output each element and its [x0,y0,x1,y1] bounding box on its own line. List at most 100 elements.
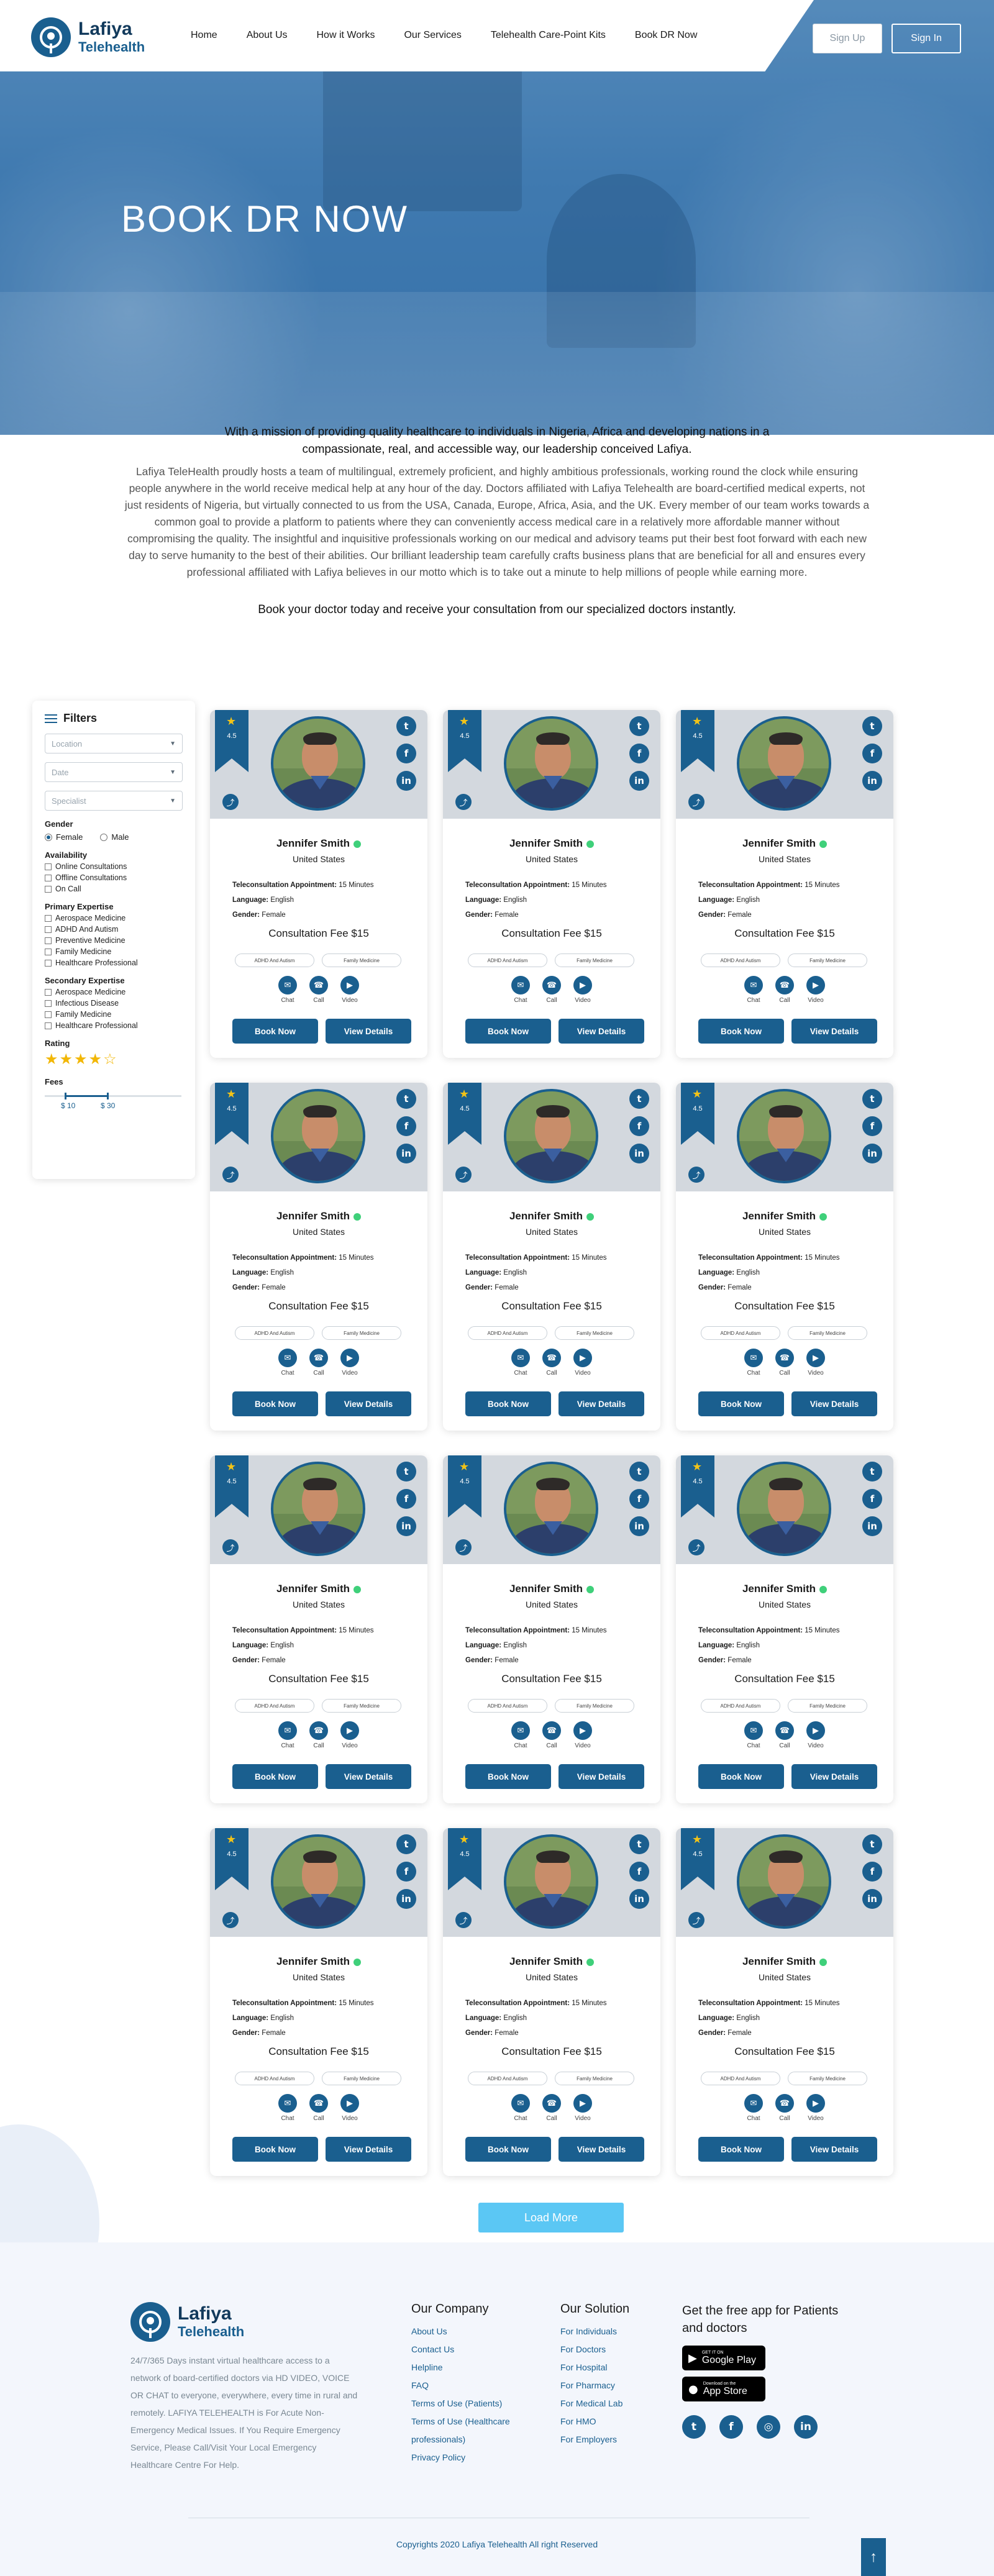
phone-icon[interactable]: ☎ [775,1349,794,1367]
twitter-icon[interactable]: t [396,1089,416,1109]
video-icon[interactable]: ▶ [340,976,359,994]
fees-slider[interactable]: $ 10 $ 30 [45,1090,183,1110]
phone-icon[interactable]: ☎ [542,1349,561,1367]
primary-expertise-checkbox[interactable]: Aerospace Medicine [45,914,183,922]
gender-female-radio[interactable]: Female [45,832,83,842]
book-now-button[interactable]: Book Now [698,1391,784,1416]
share-icon[interactable]: ⤴ [222,1167,239,1183]
footer-company-link[interactable]: Terms of Use (Healthcare professionals) [411,2413,523,2449]
footer-company-link[interactable]: FAQ [411,2377,523,2395]
phone-icon[interactable]: ☎ [309,2094,328,2113]
chat-icon[interactable]: ✉ [744,1349,763,1367]
share-icon[interactable]: ⤴ [688,1539,704,1555]
twitter-icon[interactable]: t [629,716,649,736]
footer-solution-link[interactable]: For Individuals [560,2323,672,2341]
linkedin-icon[interactable]: in [629,1889,649,1909]
twitter-icon[interactable]: t [862,1462,882,1481]
twitter-icon[interactable]: t [682,2415,706,2439]
rating-stars[interactable]: ★★★★☆ [45,1050,183,1068]
video-icon[interactable]: ▶ [806,1349,825,1367]
chat-icon[interactable]: ✉ [278,1349,297,1367]
chat-icon[interactable]: ✉ [744,2094,763,2113]
video-icon[interactable]: ▶ [573,1349,592,1367]
primary-expertise-checkbox[interactable]: Preventive Medicine [45,936,183,945]
twitter-icon[interactable]: t [629,1834,649,1854]
twitter-icon[interactable]: t [862,1834,882,1854]
instagram-icon[interactable]: ◎ [757,2415,780,2439]
load-more-button[interactable]: Load More [478,2203,624,2232]
video-icon[interactable]: ▶ [340,1721,359,1740]
phone-icon[interactable]: ☎ [542,2094,561,2113]
nav-home[interactable]: Home [191,30,217,41]
twitter-icon[interactable]: t [629,1462,649,1481]
phone-icon[interactable]: ☎ [775,1721,794,1740]
book-now-button[interactable]: Book Now [465,2137,551,2162]
facebook-icon[interactable]: f [396,744,416,763]
sign-in-button[interactable]: Sign In [891,24,961,53]
footer-company-link[interactable]: Contact Us [411,2341,523,2359]
view-details-button[interactable]: View Details [559,1764,644,1789]
chat-icon[interactable]: ✉ [744,1721,763,1740]
secondary-expertise-checkbox[interactable]: Aerospace Medicine [45,988,183,996]
video-icon[interactable]: ▶ [806,2094,825,2113]
chat-icon[interactable]: ✉ [278,2094,297,2113]
linkedin-icon[interactable]: in [629,1144,649,1163]
book-now-button[interactable]: Book Now [698,1019,784,1044]
chat-icon[interactable]: ✉ [511,2094,530,2113]
footer-solution-link[interactable]: For Doctors [560,2341,672,2359]
view-details-button[interactable]: View Details [791,2137,877,2162]
nav-how-it-works[interactable]: How it Works [317,30,375,41]
linkedin-icon[interactable]: in [862,1144,882,1163]
twitter-icon[interactable]: t [396,1834,416,1854]
availability-checkbox[interactable]: On Call [45,885,183,893]
share-icon[interactable]: ⤴ [455,1912,472,1928]
linkedin-icon[interactable]: in [396,1516,416,1536]
view-details-button[interactable]: View Details [791,1764,877,1789]
facebook-icon[interactable]: f [862,1862,882,1882]
share-icon[interactable]: ⤴ [222,1912,239,1928]
chat-icon[interactable]: ✉ [744,976,763,994]
book-now-button[interactable]: Book Now [232,2137,318,2162]
footer-solution-link[interactable]: For Medical Lab [560,2395,672,2413]
view-details-button[interactable]: View Details [559,2137,644,2162]
sign-up-button[interactable]: Sign Up [813,24,882,53]
nav-about-us[interactable]: About Us [247,30,288,41]
scroll-to-top-button[interactable]: ↑ [861,2538,886,2576]
facebook-icon[interactable]: f [629,1489,649,1509]
phone-icon[interactable]: ☎ [309,1349,328,1367]
primary-expertise-checkbox[interactable]: Healthcare Professional [45,958,183,967]
linkedin-icon[interactable]: in [794,2415,818,2439]
share-icon[interactable]: ⤴ [455,794,472,810]
video-icon[interactable]: ▶ [806,976,825,994]
primary-expertise-checkbox[interactable]: Family Medicine [45,947,183,956]
specialist-select[interactable]: Specialist ▼ [45,791,183,811]
chat-icon[interactable]: ✉ [511,1721,530,1740]
share-icon[interactable]: ⤴ [455,1167,472,1183]
nav-care-point-kits[interactable]: Telehealth Care-Point Kits [491,30,606,41]
twitter-icon[interactable]: t [862,1089,882,1109]
facebook-icon[interactable]: f [396,1489,416,1509]
chat-icon[interactable]: ✉ [511,1349,530,1367]
share-icon[interactable]: ⤴ [688,1912,704,1928]
footer-solution-link[interactable]: For Employers [560,2431,672,2449]
facebook-icon[interactable]: f [629,1862,649,1882]
brand-logo[interactable]: Lafiya Telehealth [31,17,145,57]
nav-book-dr-now[interactable]: Book DR Now [635,30,697,41]
facebook-icon[interactable]: f [719,2415,743,2439]
view-details-button[interactable]: View Details [326,1764,411,1789]
phone-icon[interactable]: ☎ [542,976,561,994]
view-details-button[interactable]: View Details [326,1391,411,1416]
phone-icon[interactable]: ☎ [775,976,794,994]
phone-icon[interactable]: ☎ [309,976,328,994]
twitter-icon[interactable]: t [629,1089,649,1109]
book-now-button[interactable]: Book Now [232,1019,318,1044]
video-icon[interactable]: ▶ [340,1349,359,1367]
gender-male-radio[interactable]: Male [100,832,129,842]
footer-company-link[interactable]: Terms of Use (Patients) [411,2395,523,2413]
facebook-icon[interactable]: f [396,1116,416,1136]
share-icon[interactable]: ⤴ [688,794,704,810]
book-now-button[interactable]: Book Now [465,1019,551,1044]
footer-company-link[interactable]: About Us [411,2323,523,2341]
book-now-button[interactable]: Book Now [698,2137,784,2162]
facebook-icon[interactable]: f [629,744,649,763]
